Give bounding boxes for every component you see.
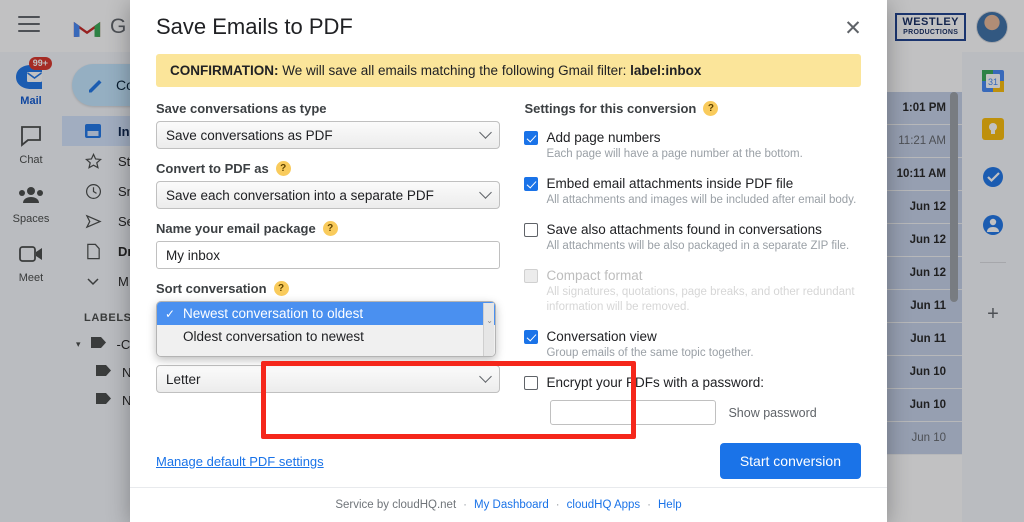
option-label: Embed email attachments inside PDF file: [546, 176, 794, 192]
checkbox-icon[interactable]: [524, 376, 539, 391]
package-name-input[interactable]: [156, 241, 501, 270]
dropdown-scrollbar[interactable]: [483, 303, 494, 357]
sort-label-row: Sort conversation ?: [156, 281, 500, 297]
option-conversation-view[interactable]: Conversation view Group emails of the sa…: [524, 328, 861, 361]
save-type-value: Save conversations as PDF: [166, 127, 333, 143]
help-icon[interactable]: ?: [273, 281, 289, 297]
help-icon[interactable]: ?: [703, 101, 719, 117]
sort-option-newest[interactable]: ✓ Newest conversation to oldest: [157, 302, 495, 326]
option-save-attachments[interactable]: Save also attachments found in conversat…: [524, 221, 861, 254]
sort-option-label: Oldest conversation to newest: [183, 329, 364, 345]
password-input[interactable]: [550, 400, 717, 426]
help-icon[interactable]: ?: [275, 161, 291, 177]
chevron-down-icon: [479, 126, 493, 139]
package-name-label-row: Name your email package ?: [156, 221, 500, 237]
dialog-actions: Manage default PDF settings Start conver…: [130, 425, 887, 487]
save-type-select[interactable]: Save conversations as PDF: [156, 121, 501, 150]
check-icon: ✓: [165, 306, 176, 321]
option-label: Compact format: [546, 268, 643, 284]
dialog-header: Save Emails to PDF ✕: [130, 0, 887, 54]
right-settings-column: Settings for this conversion ? Add page …: [524, 101, 861, 426]
confirmation-filter: label:inbox: [630, 63, 702, 79]
my-dashboard-link[interactable]: My Dashboard: [474, 499, 549, 511]
sort-label: Sort conversation: [156, 281, 267, 297]
option-embed-attachments[interactable]: Embed email attachments inside PDF file …: [524, 175, 861, 208]
help-link[interactable]: Help: [658, 499, 682, 511]
option-label: Add page numbers: [546, 130, 661, 146]
confirmation-prefix: CONFIRMATION:: [170, 63, 279, 79]
chevron-down-icon: [479, 186, 493, 199]
save-type-label: Save conversations as type: [156, 101, 327, 117]
close-icon[interactable]: ✕: [841, 16, 865, 40]
dialog-footer: Service by cloudHQ.net · My Dashboard · …: [130, 487, 887, 522]
checkbox-icon: [524, 269, 539, 284]
option-description: All signatures, quotations, page breaks,…: [546, 286, 855, 314]
page-size-value: Letter: [166, 371, 201, 387]
manage-default-pdf-settings-link[interactable]: Manage default PDF settings: [156, 454, 324, 469]
option-encrypt-pdf[interactable]: Encrypt your PDFs with a password:: [524, 374, 861, 391]
help-icon[interactable]: ?: [322, 221, 338, 237]
confirmation-text: We will save all emails matching the fol…: [278, 63, 631, 79]
separator: ·: [463, 499, 467, 512]
left-settings-column: Save conversations as type Save conversa…: [156, 101, 501, 425]
confirmation-banner: CONFIRMATION: We will save all emails ma…: [156, 54, 861, 88]
show-password-toggle[interactable]: Show password: [728, 406, 816, 420]
option-description: Each page will have a page number at the…: [546, 148, 803, 161]
save-emails-to-pdf-dialog: Save Emails to PDF ✕ CONFIRMATION: We wi…: [130, 0, 887, 522]
option-compact-format: Compact format All signatures, quotation…: [524, 267, 861, 315]
screen: G 99+ Mail Chat Spaces Meet Co Inb St Sn…: [0, 0, 1024, 522]
chevron-down-icon: [479, 370, 493, 383]
option-description: Group emails of the same topic together.: [546, 347, 754, 360]
cloudhq-apps-link[interactable]: cloudHQ Apps: [567, 499, 641, 511]
package-name-label: Name your email package: [156, 221, 316, 237]
checkbox-icon[interactable]: [524, 131, 539, 146]
option-add-page-numbers[interactable]: Add page numbers Each page will have a p…: [524, 129, 861, 162]
convert-label-row: Convert to PDF as ?: [156, 161, 500, 177]
start-conversion-button[interactable]: Start conversion: [719, 443, 861, 480]
sort-option-oldest[interactable]: Oldest conversation to newest: [157, 325, 495, 348]
checkbox-icon[interactable]: [524, 223, 539, 238]
sort-select-container: ✓ Newest conversation to oldest Oldest c…: [156, 301, 500, 359]
dropdown-arrow-icon: ⌄: [486, 316, 493, 326]
password-row: Show password: [550, 400, 861, 426]
page-title: Save Emails to PDF: [156, 14, 353, 40]
conversion-settings-heading: Settings for this conversion: [524, 101, 697, 117]
convert-value: Save each conversation into a separate P…: [166, 187, 434, 203]
option-description: All attachments will be also packaged in…: [546, 240, 850, 253]
separator: ·: [555, 499, 560, 512]
checkbox-icon[interactable]: [524, 330, 539, 345]
sort-dropdown-open: ✓ Newest conversation to oldest Oldest c…: [156, 301, 496, 358]
encrypt-label: Encrypt your PDFs with a password:: [546, 375, 765, 391]
page-size-select[interactable]: Letter: [156, 365, 501, 394]
option-label: Conversation view: [546, 329, 657, 345]
checkbox-icon[interactable]: [524, 177, 539, 192]
dropdown-partial-row: [157, 348, 495, 357]
separator: ·: [647, 499, 651, 512]
convert-select[interactable]: Save each conversation into a separate P…: [156, 181, 501, 210]
service-text: Service by cloudHQ.net: [335, 499, 457, 512]
conversion-settings-heading-row: Settings for this conversion ?: [524, 101, 861, 117]
save-type-label-row: Save conversations as type: [156, 101, 500, 116]
sort-option-label: Newest conversation to oldest: [183, 306, 364, 322]
option-description: All attachments and images will be inclu…: [546, 194, 857, 207]
convert-label: Convert to PDF as: [156, 161, 269, 177]
option-label: Save also attachments found in conversat…: [546, 222, 822, 238]
dialog-body: Save conversations as type Save conversa…: [130, 87, 887, 440]
